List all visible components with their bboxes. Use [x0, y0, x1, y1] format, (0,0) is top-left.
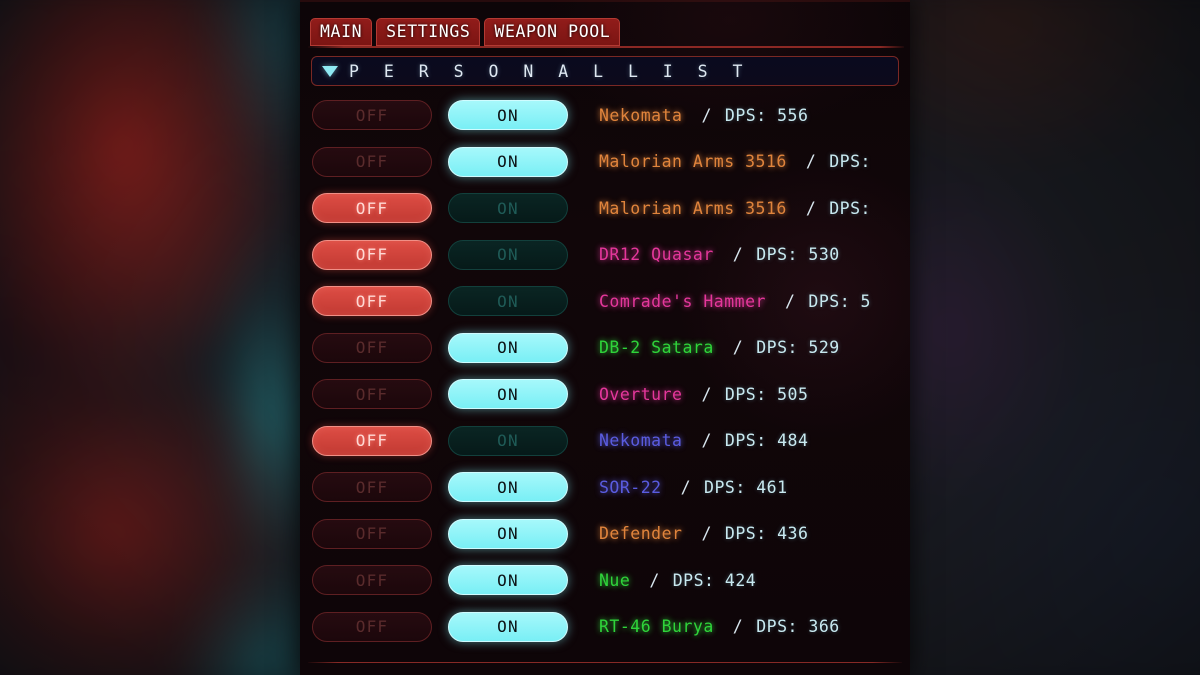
toggle-off-button[interactable]: OFF: [312, 193, 432, 224]
weapon-label: Malorian Arms 3516 / DPS:: [599, 199, 871, 218]
weapon-separator: /: [732, 245, 744, 265]
weapon-separator: /: [732, 338, 744, 358]
weapon-label: Comrade's Hammer / DPS: 5: [599, 292, 871, 311]
weapon-name: SOR-22: [599, 477, 662, 497]
toggle-off-button[interactable]: OFF: [312, 332, 432, 363]
weapon-row: OFF ON Nekomata / DPS: 556: [300, 92, 910, 139]
weapon-dps: DPS: 436: [724, 524, 809, 544]
toggle-on-button[interactable]: ON: [448, 100, 568, 131]
weapon-label: SOR-22 / DPS: 461: [599, 478, 788, 497]
weapon-row: OFF ON Comrade's Hammer / DPS: 5: [300, 278, 910, 325]
toggle-on-button[interactable]: ON: [448, 332, 568, 363]
toggle-off-button[interactable]: OFF: [312, 518, 432, 549]
toggle-off-button[interactable]: OFF: [312, 425, 432, 456]
triangle-down-icon: [322, 65, 338, 77]
weapon-list: OFF ON Nekomata / DPS: 556 OFF ON Malorian Arms…: [300, 92, 910, 650]
weapon-separator: /: [680, 477, 692, 497]
weapon-label: Nekomata / DPS: 484: [599, 431, 808, 450]
weapon-row: OFF ON Overture / DPS: 505: [300, 371, 910, 418]
weapon-dps: DPS: 5: [808, 291, 871, 311]
weapon-separator: /: [805, 152, 817, 172]
weapon-label: Nue / DPS: 424: [599, 571, 756, 590]
toggle-off-button[interactable]: OFF: [312, 286, 432, 317]
panel-bottom-divider: [308, 662, 902, 663]
weapon-separator: /: [701, 384, 712, 404]
weapon-name: Defender: [599, 524, 683, 544]
toggle-off-button[interactable]: OFF: [312, 472, 432, 503]
weapon-row: OFF ON Nue / DPS: 424: [300, 557, 910, 604]
weapon-dps: DPS: 505: [724, 384, 809, 404]
section-header-personal-list[interactable]: P E R S O N A L L I S T: [311, 56, 899, 86]
weapon-dps: DPS: 556: [724, 105, 809, 125]
weapon-label: Defender / DPS: 436: [599, 524, 808, 543]
toggle-on-button[interactable]: ON: [448, 286, 568, 317]
weapon-name: DR12 Quasar: [599, 245, 714, 265]
weapon-separator: /: [732, 617, 744, 637]
weapon-separator: /: [805, 198, 817, 218]
section-title: P E R S O N A L L I S T: [349, 61, 750, 81]
weapon-name: Nekomata: [599, 431, 683, 451]
weapon-dps: DPS:: [829, 152, 871, 172]
toggle-off-button[interactable]: OFF: [312, 565, 432, 596]
weapon-separator: /: [701, 431, 712, 451]
weapon-row: OFF ON DB-2 Satara / DPS: 529: [300, 325, 910, 372]
toggle-off-button[interactable]: OFF: [312, 146, 432, 177]
weapon-label: Overture / DPS: 505: [599, 385, 808, 404]
weapon-name: Malorian Arms 3516: [599, 152, 787, 172]
weapon-separator: /: [784, 291, 796, 311]
tab-bar-underline: [308, 46, 904, 48]
weapon-dps: DPS: 424: [672, 570, 757, 590]
weapon-dps: DPS: 529: [756, 338, 840, 358]
toggle-on-button[interactable]: ON: [448, 146, 568, 177]
tab-main[interactable]: MAIN: [310, 17, 373, 46]
weapon-separator: /: [701, 524, 712, 544]
weapon-name: Comrade's Hammer: [599, 291, 766, 311]
weapon-name: Overture: [599, 384, 683, 404]
weapon-separator: /: [701, 105, 712, 125]
toggle-on-button[interactable]: ON: [448, 518, 568, 549]
weapon-name: DB-2 Satara: [599, 338, 714, 358]
toggle-off-button[interactable]: OFF: [312, 611, 432, 642]
weapon-label: DR12 Quasar / DPS: 530: [599, 245, 840, 264]
screen: MAIN SETTINGS WEAPON POOL P E R S O N A L …: [0, 0, 1200, 675]
toggle-on-button[interactable]: ON: [448, 472, 568, 503]
toggle-on-button[interactable]: ON: [448, 239, 568, 270]
weapon-row: OFF ON DR12 Quasar / DPS: 530: [300, 232, 910, 279]
mod-overlay-panel: MAIN SETTINGS WEAPON POOL P E R S O N A L …: [300, 0, 910, 675]
weapon-label: Malorian Arms 3516 / DPS:: [599, 152, 871, 171]
weapon-dps: DPS: 461: [704, 477, 788, 497]
weapon-row: OFF ON Malorian Arms 3516 / DPS:: [300, 185, 910, 232]
weapon-row: OFF ON SOR-22 / DPS: 461: [300, 464, 910, 511]
toggle-off-button[interactable]: OFF: [312, 100, 432, 131]
weapon-separator: /: [649, 570, 660, 590]
toggle-on-button[interactable]: ON: [448, 611, 568, 642]
weapon-name: RT-46 Burya: [599, 617, 714, 637]
tab-settings[interactable]: SETTINGS: [376, 17, 481, 46]
weapon-dps: DPS:: [829, 198, 871, 218]
weapon-row: OFF ON RT-46 Burya / DPS: 366: [300, 604, 910, 651]
toggle-on-button[interactable]: ON: [448, 379, 568, 410]
weapon-row: OFF ON Malorian Arms 3516 / DPS:: [300, 139, 910, 186]
weapon-label: DB-2 Satara / DPS: 529: [599, 338, 840, 357]
toggle-off-button[interactable]: OFF: [312, 239, 432, 270]
tab-weapon-pool[interactable]: WEAPON POOL: [484, 17, 621, 46]
toggle-off-button[interactable]: OFF: [312, 379, 432, 410]
weapon-name: Nekomata: [599, 105, 683, 125]
weapon-row: OFF ON Nekomata / DPS: 484: [300, 418, 910, 465]
weapon-dps: DPS: 484: [724, 431, 809, 451]
toggle-on-button[interactable]: ON: [448, 193, 568, 224]
weapon-name: Nue: [599, 570, 631, 590]
tab-bar: MAIN SETTINGS WEAPON POOL: [300, 0, 910, 46]
weapon-label: RT-46 Burya / DPS: 366: [599, 617, 840, 636]
weapon-name: Malorian Arms 3516: [599, 198, 787, 218]
weapon-label: Nekomata / DPS: 556: [599, 106, 808, 125]
weapon-row: OFF ON Defender / DPS: 436: [300, 511, 910, 558]
toggle-on-button[interactable]: ON: [448, 565, 568, 596]
weapon-dps: DPS: 366: [756, 617, 840, 637]
toggle-on-button[interactable]: ON: [448, 425, 568, 456]
weapon-dps: DPS: 530: [756, 245, 840, 265]
